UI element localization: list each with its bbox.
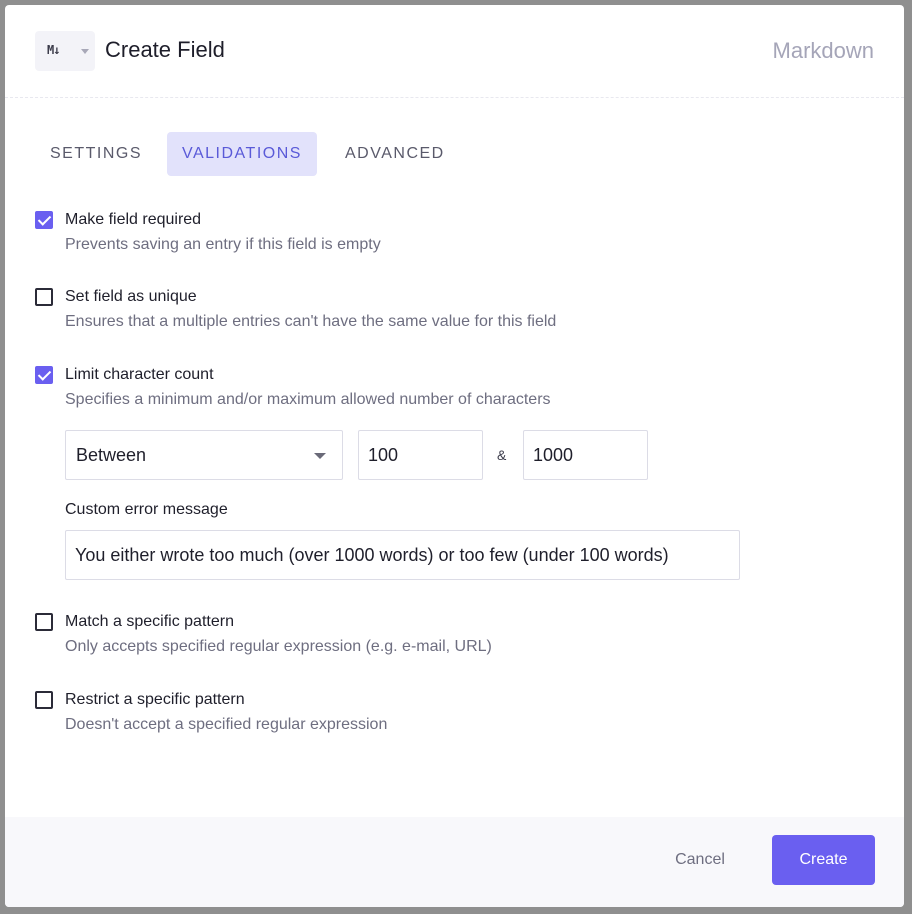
char-count-mode-select[interactable]: Between <box>65 430 343 480</box>
tab-settings[interactable]: SETTINGS <box>35 132 157 176</box>
required-checkbox[interactable] <box>35 211 53 229</box>
cancel-button[interactable]: Cancel <box>655 835 745 885</box>
chevron-down-icon <box>81 49 89 54</box>
dialog-title: Create Field <box>105 37 225 62</box>
char-count-description: Specifies a minimum and/or maximum allow… <box>65 391 551 408</box>
restrict-pattern-checkbox[interactable] <box>35 691 53 709</box>
char-count-label[interactable]: Limit character count <box>65 366 214 384</box>
match-pattern-label[interactable]: Match a specific pattern <box>65 613 234 631</box>
tab-validations[interactable]: VALIDATIONS <box>167 132 317 176</box>
create-field-dialog: M↓ Create Field Markdown SETTINGS VALIDA… <box>5 5 904 907</box>
range-separator: & <box>497 447 507 463</box>
restrict-pattern-label[interactable]: Restrict a specific pattern <box>65 691 245 709</box>
char-count-checkbox[interactable] <box>35 366 53 384</box>
char-count-mode-value: Between <box>76 445 147 465</box>
max-chars-input[interactable] <box>523 430 648 480</box>
match-pattern-checkbox[interactable] <box>35 613 53 631</box>
chevron-down-icon <box>314 453 326 459</box>
dialog-footer <box>5 817 904 907</box>
min-chars-input[interactable] <box>358 430 483 480</box>
create-button[interactable]: Create <box>772 835 875 885</box>
dialog-header: M↓ Create Field Markdown <box>5 5 904 98</box>
required-label[interactable]: Make field required <box>65 211 201 229</box>
tab-advanced[interactable]: ADVANCED <box>330 132 460 176</box>
required-description: Prevents saving an entry if this field i… <box>65 236 381 253</box>
match-pattern-description: Only accepts specified regular expressio… <box>65 638 492 655</box>
markdown-icon: M↓ <box>47 43 60 57</box>
unique-label[interactable]: Set field as unique <box>65 288 197 306</box>
field-type-switcher[interactable]: M↓ <box>35 31 95 71</box>
custom-error-label: Custom error message <box>65 501 228 518</box>
unique-checkbox[interactable] <box>35 288 53 306</box>
field-type-label: Markdown <box>772 38 874 63</box>
restrict-pattern-description: Doesn't accept a specified regular expre… <box>65 716 388 733</box>
unique-description: Ensures that a multiple entries can't ha… <box>65 313 557 330</box>
custom-error-input[interactable] <box>65 530 740 580</box>
